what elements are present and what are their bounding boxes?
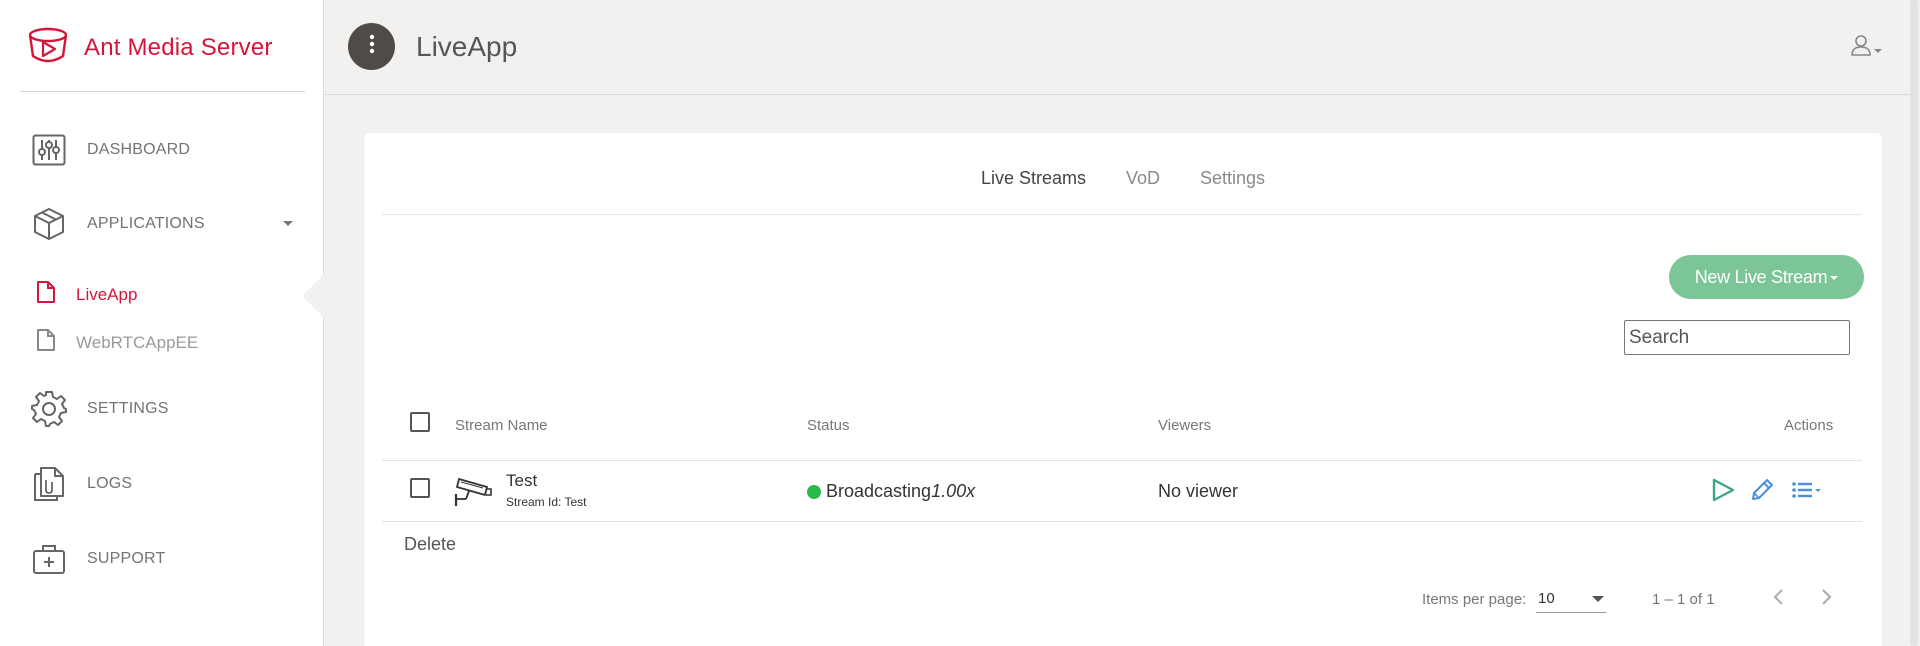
next-page-button[interactable] — [1813, 585, 1841, 613]
previous-page-button[interactable] — [1764, 585, 1792, 613]
chevron-right-icon — [1821, 588, 1833, 611]
scrollbar[interactable] — [1910, 0, 1920, 646]
sidebar-item-dashboard[interactable]: DASHBOARD — [30, 131, 190, 169]
items-per-page-label: Items per page: — [1422, 591, 1527, 608]
search-input[interactable] — [1624, 320, 1850, 355]
vertical-dots-icon — [369, 34, 375, 59]
sidebar-item-label: SUPPORT — [87, 550, 166, 567]
ant-media-logo-icon — [26, 26, 70, 69]
row-checkbox[interactable] — [410, 478, 430, 498]
cube-icon — [30, 205, 68, 243]
gear-icon — [30, 390, 68, 428]
status-text: Broadcasting — [826, 481, 932, 501]
items-per-page-value: 10 — [1538, 590, 1555, 607]
logs-file-icon — [30, 465, 68, 503]
stream-id: Stream Id: Test — [506, 495, 587, 509]
status-dot-icon — [807, 484, 821, 499]
chevron-left-icon — [1772, 588, 1784, 611]
brand-name: Ant Media Server — [84, 33, 273, 61]
chevron-down-icon[interactable] — [283, 221, 293, 226]
security-camera-icon — [453, 475, 493, 514]
tab-bar: Live Streams VoD Settings — [364, 133, 1882, 215]
top-header: LiveApp — [325, 0, 1920, 95]
sidebar-item-applications[interactable]: APPLICATIONS — [30, 205, 205, 243]
active-indicator — [302, 274, 324, 318]
chevron-down-icon — [1592, 596, 1604, 602]
select-all-checkbox[interactable] — [410, 412, 430, 432]
row-divider — [382, 521, 1862, 522]
sidebar-item-label: SETTINGS — [87, 400, 169, 417]
pagination-range: 1 – 1 of 1 — [1652, 591, 1715, 608]
sidebar-item-support[interactable]: SUPPORT — [30, 540, 165, 578]
sidebar-app-label: LiveApp — [76, 284, 138, 304]
tab-live-streams[interactable]: Live Streams — [981, 160, 1086, 189]
delete-button[interactable]: Delete — [404, 534, 456, 555]
sidebar: Ant Media Server DASHBOARD APPLICATIONS … — [0, 0, 324, 646]
stream-speed: 1.00x — [931, 481, 976, 501]
user-icon — [1850, 34, 1872, 61]
new-live-stream-label: New Live Stream — [1694, 266, 1828, 287]
sidebar-app-label: WebRTCAppEE — [76, 332, 199, 352]
sidebar-app-webrtcappee[interactable]: WebRTCAppEE — [36, 328, 198, 357]
viewers-cell: No viewer — [1158, 481, 1239, 501]
scrollbar-thumb[interactable] — [1910, 0, 1918, 646]
new-live-stream-button[interactable]: New Live Stream — [1669, 255, 1864, 299]
medkit-icon — [30, 540, 68, 578]
column-header-actions: Actions — [1784, 417, 1834, 434]
stream-name: Test — [506, 471, 538, 490]
sidebar-item-settings[interactable]: SETTINGS — [30, 390, 169, 428]
user-menu[interactable] — [1850, 34, 1882, 61]
column-header-stream-name[interactable]: Stream Name — [455, 417, 548, 434]
play-icon[interactable] — [1710, 477, 1736, 503]
menu-button[interactable] — [348, 23, 395, 70]
file-icon — [36, 328, 56, 357]
chevron-down-icon — [1830, 276, 1839, 280]
items-per-page-select[interactable]: 10 — [1536, 585, 1606, 613]
streams-card: Live Streams VoD Settings New Live Strea… — [364, 133, 1882, 646]
tab-vod[interactable]: VoD — [1126, 160, 1160, 189]
column-header-status[interactable]: Status — [807, 417, 850, 434]
status-cell: Broadcasting 1.00x — [807, 481, 975, 502]
sidebar-item-label: APPLICATIONS — [87, 215, 205, 232]
sidebar-item-label: LOGS — [87, 475, 133, 492]
sidebar-app-liveapp[interactable]: LiveApp — [36, 280, 137, 309]
header-divider — [382, 460, 1862, 461]
sidebar-divider — [20, 91, 305, 92]
edit-pencil-icon[interactable] — [1749, 477, 1775, 503]
brand-logo[interactable]: Ant Media Server — [26, 26, 273, 69]
sidebar-item-label: DASHBOARD — [87, 141, 191, 158]
chevron-down-icon — [1874, 48, 1882, 53]
file-icon — [36, 280, 56, 309]
sidebar-item-logs[interactable]: LOGS — [30, 465, 132, 503]
list-menu-icon[interactable] — [1790, 477, 1824, 503]
column-header-viewers[interactable]: Viewers — [1158, 417, 1211, 434]
page-title: LiveApp — [416, 31, 518, 62]
tabs-divider — [382, 214, 1862, 215]
tab-settings[interactable]: Settings — [1200, 160, 1265, 189]
dashboard-sliders-icon — [30, 131, 68, 169]
